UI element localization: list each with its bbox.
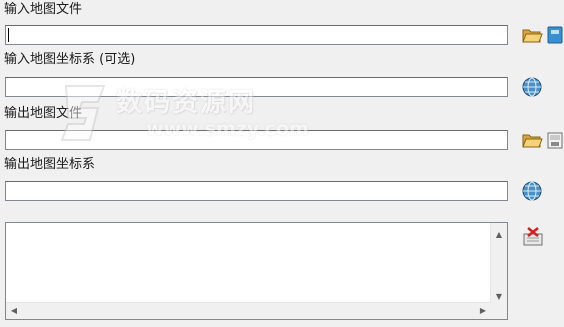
input-map-crs-field[interactable]	[5, 77, 508, 97]
globe-icon	[522, 181, 542, 201]
vertical-scrollbar[interactable]: ▲ ▼	[490, 223, 507, 303]
clear-log-icon	[523, 227, 543, 246]
scroll-up-arrow-icon[interactable]: ▲	[491, 227, 507, 243]
scrollbar-corner	[491, 303, 507, 319]
help-button[interactable]	[546, 24, 564, 46]
scroll-left-arrow-icon[interactable]: ◀	[6, 303, 22, 319]
output-map-file-label: 输出地图文件	[4, 106, 83, 121]
help-book-icon	[547, 26, 563, 44]
input-map-file-field[interactable]	[5, 25, 508, 45]
output-map-file-field[interactable]	[5, 130, 508, 150]
text-caret	[8, 28, 9, 42]
output-map-crs-field[interactable]	[5, 181, 508, 201]
log-textarea[interactable]: ▲ ▼ ◀ ▶	[5, 222, 508, 320]
open-folder-icon	[522, 29, 543, 43]
select-output-crs-button[interactable]	[521, 180, 543, 202]
input-map-crs-label: 输入地图坐标系 (可选)	[4, 52, 136, 67]
horizontal-scrollbar[interactable]: ◀ ▶	[6, 302, 491, 319]
input-map-file-label: 输入地图文件	[4, 2, 83, 17]
save-file-icon	[547, 132, 563, 149]
globe-icon	[522, 77, 542, 97]
scroll-right-arrow-icon[interactable]: ▶	[475, 303, 491, 319]
output-map-crs-label: 输出地图坐标系	[4, 157, 96, 172]
browse-input-file-button[interactable]	[521, 24, 543, 46]
browse-output-file-button[interactable]	[521, 129, 543, 151]
save-output-button[interactable]	[546, 129, 564, 151]
open-folder-icon	[522, 134, 543, 148]
select-input-crs-button[interactable]	[521, 76, 543, 98]
clear-log-button[interactable]	[522, 226, 544, 248]
